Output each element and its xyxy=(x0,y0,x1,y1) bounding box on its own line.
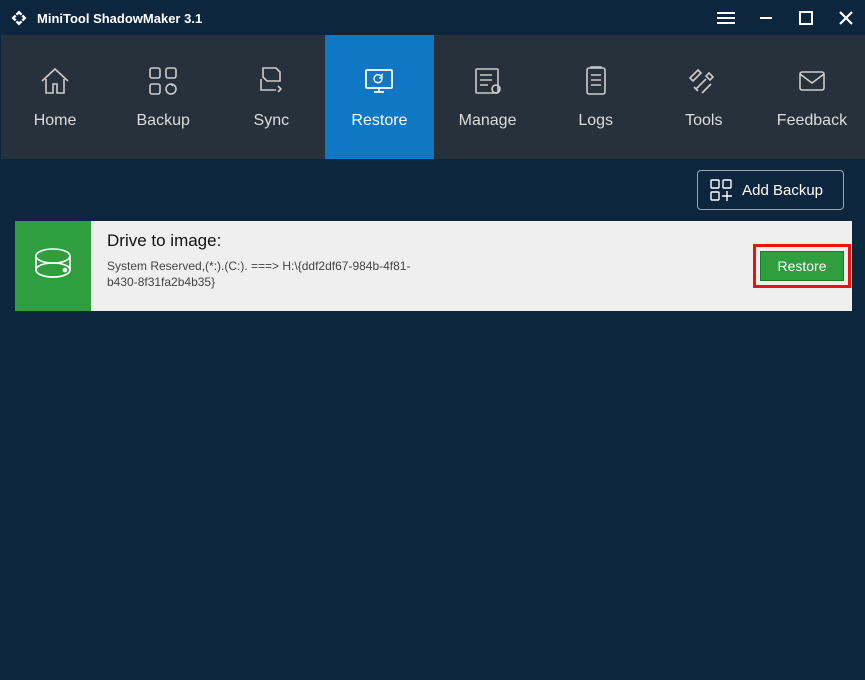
home-icon xyxy=(38,64,72,98)
manage-icon xyxy=(471,64,505,98)
backup-icon xyxy=(146,64,180,98)
window-title: MiniTool ShadowMaker 3.1 xyxy=(37,11,202,26)
nav-manage[interactable]: Manage xyxy=(434,35,542,159)
card-detail: System Reserved,(*:).(C:). ===> H:\{ddf2… xyxy=(107,259,437,290)
restore-button-highlight: Restore xyxy=(753,244,850,288)
nav-restore-label: Restore xyxy=(351,112,407,130)
drive-icon xyxy=(31,242,75,291)
nav-restore[interactable]: Restore xyxy=(325,35,433,159)
nav-backup-label: Backup xyxy=(137,112,190,130)
card-info: Drive to image: System Reserved,(*:).(C:… xyxy=(91,221,752,311)
titlebar: MiniTool ShadowMaker 3.1 xyxy=(1,1,865,35)
nav-tools[interactable]: Tools xyxy=(650,35,758,159)
tools-icon xyxy=(687,64,721,98)
logs-icon xyxy=(579,64,613,98)
nav-manage-label: Manage xyxy=(459,112,517,130)
card-actions: Restore xyxy=(752,221,852,311)
nav-logs[interactable]: Logs xyxy=(542,35,650,159)
nav-feedback[interactable]: Feedback xyxy=(758,35,865,159)
card-title: Drive to image: xyxy=(107,231,736,251)
sync-icon xyxy=(254,64,288,98)
maximize-button[interactable] xyxy=(786,1,826,35)
nav-feedback-label: Feedback xyxy=(777,112,847,130)
content-area: Drive to image: System Reserved,(*:).(C:… xyxy=(1,221,865,679)
minimize-button[interactable] xyxy=(746,1,786,35)
nav-logs-label: Logs xyxy=(578,112,613,130)
nav-sync[interactable]: Sync xyxy=(217,35,325,159)
add-backup-label: Add Backup xyxy=(742,182,823,199)
restore-button[interactable]: Restore xyxy=(760,251,843,281)
add-backup-button[interactable]: Add Backup xyxy=(697,170,844,210)
app-logo-icon xyxy=(9,8,29,28)
backup-card: Drive to image: System Reserved,(*:).(C:… xyxy=(15,221,852,311)
main-nav: Home Backup Sync Restore Manage Logs Too… xyxy=(1,35,865,159)
nav-sync-label: Sync xyxy=(254,112,290,130)
nav-home[interactable]: Home xyxy=(1,35,109,159)
restore-button-label: Restore xyxy=(777,258,826,274)
nav-backup[interactable]: Backup xyxy=(109,35,217,159)
add-backup-icon xyxy=(710,179,732,201)
card-drive-icon-area xyxy=(15,221,91,311)
menu-button[interactable] xyxy=(706,1,746,35)
toolbar: Add Backup xyxy=(1,159,865,221)
close-button[interactable] xyxy=(826,1,865,35)
nav-tools-label: Tools xyxy=(685,112,722,130)
restore-icon xyxy=(362,64,396,98)
nav-home-label: Home xyxy=(34,112,77,130)
feedback-icon xyxy=(795,64,829,98)
